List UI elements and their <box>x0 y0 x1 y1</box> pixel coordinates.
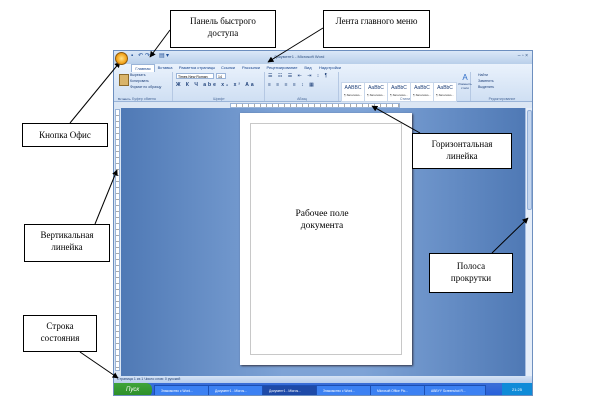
workspace-label: Рабочее поле документа <box>287 208 357 232</box>
vertical-scrollbar[interactable] <box>525 108 532 376</box>
taskbar-item[interactable]: Знакомство с Word... <box>154 385 214 395</box>
group-editing: Найти Заменить Выделить Редактирование <box>474 72 530 101</box>
find-button[interactable]: Найти <box>478 73 488 77</box>
style-sample: AaBbC <box>414 85 430 91</box>
callout-horizontal-ruler: Горизонтальная линейка <box>412 133 512 169</box>
style-sample: AaBbC <box>437 85 453 91</box>
tab-addins[interactable]: Надстройки <box>316 64 344 71</box>
select-button[interactable]: Выделить <box>478 85 494 89</box>
style-sample: AaBbC <box>368 85 384 91</box>
font-size-select[interactable]: 14 <box>216 73 226 79</box>
tab-page-layout[interactable]: Разметка страницы <box>177 64 217 71</box>
format-painter-button[interactable]: Формат по образцу <box>130 85 161 89</box>
change-styles-button[interactable]: A Изменить стили <box>458 73 472 91</box>
scroll-thumb[interactable] <box>527 110 532 210</box>
save-icon[interactable]: ▪ <box>131 53 137 60</box>
paragraph-list-buttons[interactable]: ☰ ☷ ☰ ⇤ ⇥ ↕ ¶ <box>268 73 329 79</box>
tab-home[interactable]: Главная <box>131 64 155 72</box>
callout-statusbar: Строка состояния <box>23 315 97 352</box>
taskbar: Пуск Знакомство с Word... Документ1 - Mi… <box>114 383 532 395</box>
taskbar-item-active[interactable]: Документ1 - Micros... <box>262 385 322 395</box>
group-label-paragraph: Абзац <box>297 97 307 101</box>
status-bar: Страница 1 из 1 Число слов: 0 русский <box>114 376 532 383</box>
style-sample: AaBbC <box>391 85 407 91</box>
tab-references[interactable]: Ссылки <box>218 64 238 71</box>
callout-quick-access: Панель быстрого доступа <box>170 10 276 48</box>
document-page[interactable] <box>240 113 412 365</box>
change-styles-icon: A <box>462 73 468 82</box>
replace-button[interactable]: Заменить <box>478 79 494 83</box>
tab-view[interactable]: Вид <box>301 64 315 71</box>
taskbar-item[interactable]: ABBYY Screenshot R... <box>424 385 486 395</box>
taskbar-item[interactable]: Microsoft Office Pic... <box>370 385 430 395</box>
title-bar: ▪ ↶ ↷ ▫ ▤ ▾ Документ1 - Microsoft Word –… <box>114 51 532 65</box>
tab-review[interactable]: Рецензирование <box>264 64 300 71</box>
window-controls[interactable]: – ▫ × <box>518 53 528 59</box>
callout-vertical-ruler: Вертикальная линейка <box>24 224 110 262</box>
start-button[interactable]: Пуск <box>114 383 152 395</box>
group-label-font: Шрифт <box>213 97 225 101</box>
tab-mailings[interactable]: Рассылки <box>239 64 263 71</box>
paste-icon <box>119 74 129 86</box>
group-font: Times New Roman 14 Ж К Ч abe x₂ x² Aa Шр… <box>174 72 265 101</box>
paste-button[interactable]: Вставить <box>118 73 131 101</box>
print-icon[interactable]: ▤ <box>159 53 165 60</box>
redo-icon[interactable]: ↷ <box>145 53 151 60</box>
cut-button[interactable]: Вырезать <box>130 73 146 77</box>
group-clipboard: Вставить Вырезать Копировать Формат по о… <box>116 72 173 101</box>
customize-chevron-icon[interactable]: ▾ <box>166 53 172 60</box>
open-icon[interactable]: ▫ <box>152 53 158 60</box>
undo-icon[interactable]: ↶ <box>138 53 144 60</box>
tab-insert[interactable]: Вставка <box>154 64 176 71</box>
copy-button[interactable]: Копировать <box>130 79 149 83</box>
callout-office-button: Кнопка Офис <box>22 123 108 147</box>
callout-ribbon: Лента главного меню <box>323 10 430 48</box>
font-format-buttons[interactable]: Ж К Ч abe x₂ x² Aa <box>176 82 256 88</box>
group-label-editing: Редактирование <box>488 97 516 101</box>
office-button[interactable] <box>115 52 128 65</box>
taskbar-item[interactable]: Знакомство с Word... <box>316 385 376 395</box>
page-margin <box>250 123 402 355</box>
group-paragraph: ☰ ☷ ☰ ⇤ ⇥ ↕ ¶ ≡ ≡ ≡ ≡ ↕ ▦ Абзац <box>266 72 339 101</box>
taskbar-item[interactable]: Документ1 - Micros... <box>208 385 268 395</box>
vertical-ruler[interactable] <box>115 109 120 371</box>
group-styles: AABBC ¶ Заголово... AaBbC ¶ Заголово... Aa… <box>340 72 472 102</box>
paragraph-align-buttons[interactable]: ≡ ≡ ≡ ≡ ↕ ▦ <box>268 82 316 88</box>
ribbon: Главная Вставка Разметка страницы Ссылки… <box>114 64 532 102</box>
status-text: Страница 1 из 1 Число слов: 0 русский <box>117 377 181 381</box>
group-label-clipboard: Буфер обмена <box>132 97 156 101</box>
callout-scrollbar: Полоса прокрутки <box>429 253 513 293</box>
group-label-styles: Стили <box>399 97 411 101</box>
style-sample: AABBC <box>344 85 362 91</box>
change-styles-label: Изменить стили <box>458 82 472 90</box>
window-title: Документ1 - Microsoft Word <box>274 54 325 59</box>
font-name-select[interactable]: Times New Roman <box>176 73 214 79</box>
clock: 21:25 <box>502 383 532 395</box>
